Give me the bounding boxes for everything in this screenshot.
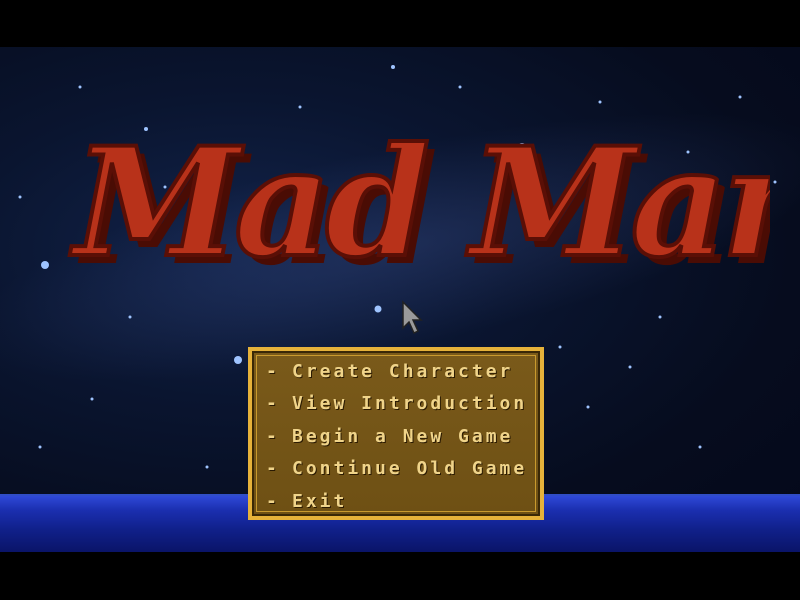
menu-item-view-introduction[interactable]: - View Introduction [266, 389, 527, 419]
menu-item-label: Exit [292, 491, 348, 512]
menu-item-exit[interactable]: - Exit [266, 487, 347, 517]
menu-dash: - [266, 361, 280, 382]
mouse-pointer-icon [402, 300, 423, 335]
menu-item-begin-new-game[interactable]: - Begin a New Game [266, 422, 513, 452]
star [658, 315, 662, 319]
menu-item-create-character[interactable]: - Create Character [266, 357, 513, 387]
game-logo: Mad Man Mad Man [67, 113, 770, 285]
menu-item-label: View Introduction [292, 393, 528, 414]
game-logo-title: Mad Man [69, 115, 770, 285]
star [234, 356, 242, 364]
menu-item-label: Create Character [292, 361, 514, 382]
star [90, 397, 94, 401]
star [698, 445, 702, 449]
star [773, 180, 777, 184]
star [374, 305, 382, 313]
star [586, 405, 590, 409]
menu-item-label: Begin a New Game [292, 426, 514, 447]
star [18, 195, 22, 199]
menu-dash: - [266, 426, 280, 447]
star [205, 465, 209, 469]
star [391, 65, 395, 69]
menu-item-label: Continue Old Game [292, 458, 528, 479]
star [128, 315, 132, 319]
star [38, 445, 42, 449]
star [558, 345, 562, 349]
menu-dash: - [266, 491, 280, 512]
menu-dash: - [266, 458, 280, 479]
main-menu: - Create Character - View Introduction - Be… [248, 347, 544, 520]
menu-item-continue-old-game[interactable]: - Continue Old Game [266, 454, 527, 484]
menu-dash: - [266, 393, 280, 414]
star [628, 365, 632, 369]
